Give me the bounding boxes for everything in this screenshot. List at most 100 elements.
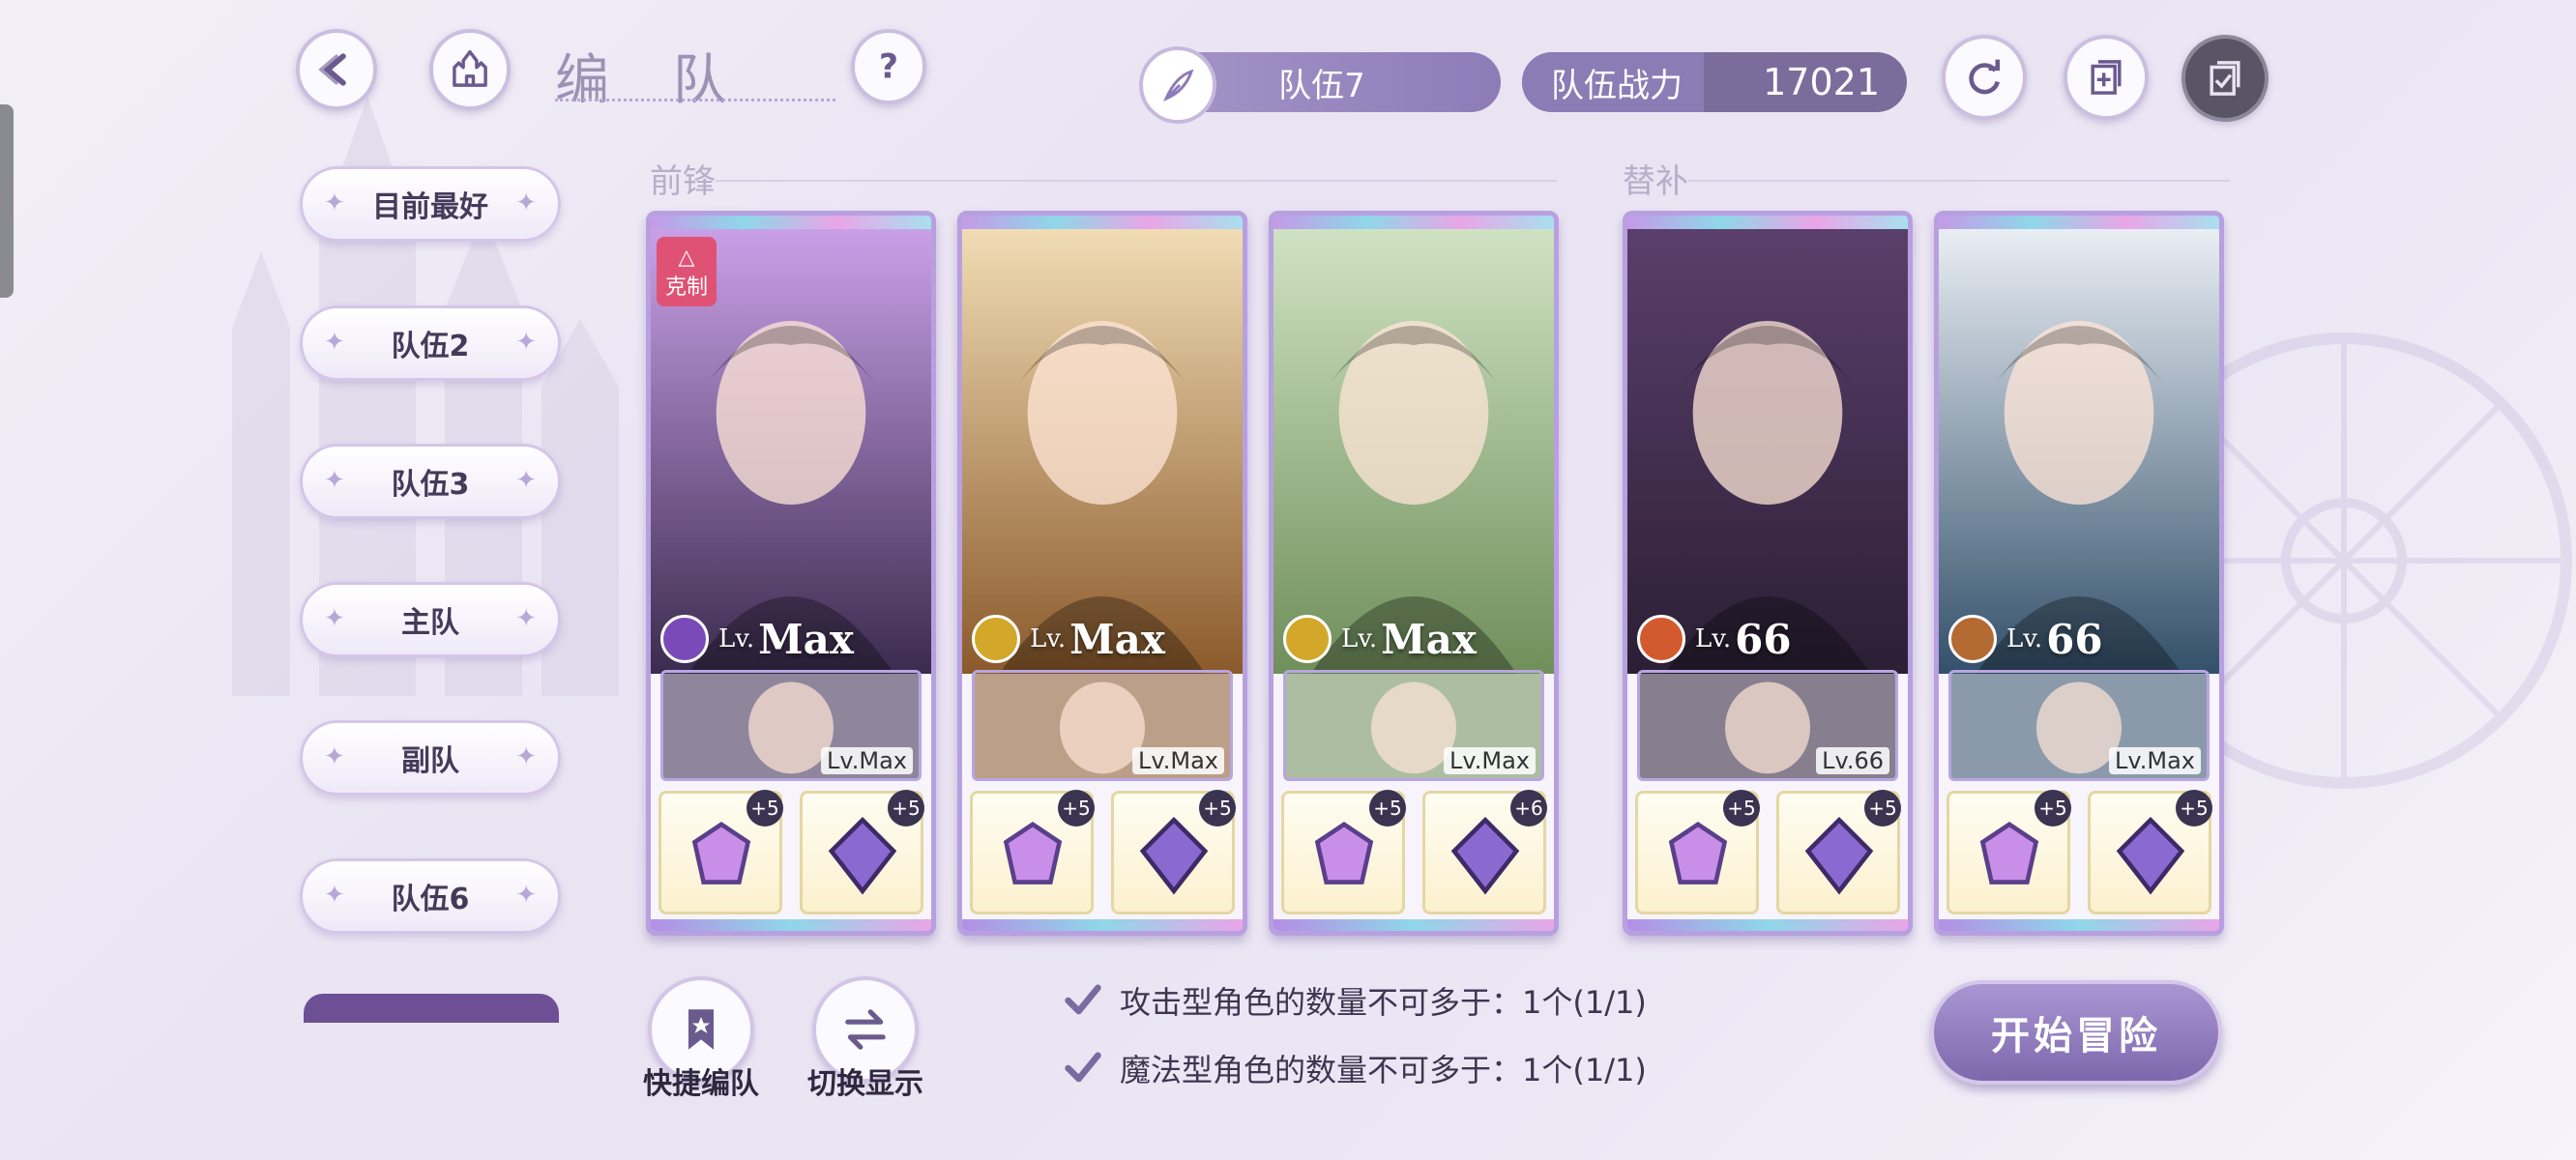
back-button[interactable]: [296, 29, 377, 110]
equipment-slot[interactable]: +5: [2088, 790, 2212, 914]
equipment-icon: [828, 816, 897, 895]
sidebar-item-best[interactable]: 目前最好: [300, 166, 561, 242]
character-card[interactable]: Lv. Max Lv.Max +5 +5 △ 克制: [646, 211, 936, 936]
class-icon: [1283, 615, 1332, 663]
equipment-icon: [1450, 816, 1520, 895]
level-value: 66: [1735, 615, 1792, 663]
enhance-level: +5: [1058, 790, 1095, 826]
class-icon: [972, 615, 1020, 663]
level-display: Lv. Max: [1283, 610, 1477, 668]
equipment-icon: [691, 822, 751, 884]
check-icon: [1065, 984, 1101, 1015]
equipment-icon: [1668, 822, 1728, 884]
level-display: Lv. 66: [1948, 610, 2103, 668]
support-card[interactable]: Lv.Max: [1283, 670, 1544, 781]
sidebar-item-team2[interactable]: 队伍2: [300, 305, 561, 381]
support-level: Lv.Max: [1444, 747, 1536, 774]
support-card[interactable]: Lv.Max: [972, 670, 1233, 781]
equipment-slot[interactable]: +6: [1422, 790, 1547, 914]
equipment-icon: [1139, 816, 1209, 895]
character-portrait: [962, 229, 1243, 674]
class-icon: [1948, 615, 1997, 663]
level-value: Max: [1069, 615, 1165, 663]
support-card[interactable]: Lv.Max: [660, 670, 922, 781]
character-portrait: [1939, 229, 2219, 674]
checklist-button[interactable]: [2181, 35, 2269, 122]
help-button[interactable]: ?: [851, 29, 926, 104]
card-top-border: [651, 216, 931, 229]
svg-text:?: ?: [879, 48, 898, 87]
support-level: Lv.66: [1816, 747, 1889, 774]
rule-magic-text: 魔法型角色的数量不可多于：1个(1/1): [1120, 1052, 1647, 1088]
level-display: Lv. Max: [972, 610, 1165, 668]
back-arrow-icon: [318, 53, 346, 86]
enhance-level: +6: [1510, 790, 1547, 826]
character-card[interactable]: Lv. 66 Lv.66 +5 +5: [1623, 211, 1913, 936]
start-adventure-button[interactable]: 开始冒险: [1930, 980, 2222, 1085]
card-bottom-border: [962, 919, 1243, 931]
enhance-level: +5: [2176, 790, 2212, 826]
card-bottom-border: [651, 919, 931, 931]
equipment-slot[interactable]: +5: [1635, 790, 1760, 914]
card-bottom-border: [1939, 919, 2219, 931]
support-card[interactable]: Lv.Max: [1948, 670, 2210, 781]
equipment-icon: [1979, 822, 2039, 884]
support-level: Lv.Max: [2109, 747, 2201, 774]
castle-icon: [453, 49, 487, 87]
enhance-level: +5: [888, 790, 924, 826]
card-bottom-border: [1273, 919, 1554, 931]
level-prefix: Lv.: [718, 624, 755, 653]
equipment-icon: [1804, 816, 1874, 895]
level-prefix: Lv.: [1695, 624, 1732, 653]
character-card[interactable]: Lv. Max Lv.Max +5 +5: [957, 211, 1247, 936]
refresh-button[interactable]: [1942, 35, 2027, 120]
character-portrait: [1273, 229, 1554, 674]
character-card[interactable]: Lv. 66 Lv.Max +5 +5: [1934, 211, 2224, 936]
sidebar-item-selected-partial[interactable]: [304, 994, 559, 1023]
sidebar-item-main[interactable]: 主队: [300, 582, 561, 657]
enhance-level: +5: [1723, 790, 1760, 826]
equipment-icon: [1314, 822, 1374, 884]
level-value: Max: [758, 615, 854, 663]
add-copy-icon: [2091, 60, 2122, 95]
level-prefix: Lv.: [2006, 624, 2043, 653]
card-bottom-border: [1627, 919, 1908, 931]
card-top-border: [1939, 216, 2219, 229]
sidebar-item-team3[interactable]: 队伍3: [300, 444, 561, 519]
front-section-rule: [716, 180, 1557, 182]
page-title: 编 队: [555, 49, 750, 112]
power-label: 队伍战力: [1522, 52, 1704, 112]
team-selector[interactable]: 队伍7: [1139, 46, 1501, 124]
enhance-level: +5: [2034, 790, 2071, 826]
equipment-slot[interactable]: +5: [970, 790, 1095, 914]
quick-team-label: 快捷编队: [643, 1067, 759, 1101]
equipment-slot[interactable]: +5: [1281, 790, 1406, 914]
add-copy-button[interactable]: [2064, 35, 2149, 120]
class-icon: [660, 615, 709, 663]
restrain-badge-icon: △: [678, 246, 695, 270]
level-prefix: Lv.: [1030, 624, 1067, 653]
enhance-level: +5: [746, 790, 783, 826]
card-top-border: [1627, 216, 1908, 229]
edge-handle: [0, 104, 14, 298]
level-display: Lv. Max: [660, 610, 854, 668]
equipment-slot[interactable]: +5: [1776, 790, 1901, 914]
front-section-label: 前锋: [650, 162, 716, 201]
level-display: Lv. 66: [1637, 610, 1792, 668]
rule-attack-text: 攻击型角色的数量不可多于：1个(1/1): [1120, 984, 1647, 1021]
support-card[interactable]: Lv.66: [1637, 670, 1898, 781]
equipment-icon: [2116, 816, 2185, 895]
sidebar-item-team6[interactable]: 队伍6: [300, 858, 561, 934]
character-card[interactable]: Lv. Max Lv.Max +5 +6: [1269, 211, 1559, 936]
equipment-slot[interactable]: +5: [1111, 790, 1236, 914]
equipment-slot[interactable]: +5: [800, 790, 924, 914]
card-top-border: [1273, 216, 1554, 229]
equipment-slot[interactable]: +5: [1947, 790, 2071, 914]
sidebar-item-sub[interactable]: 副队: [300, 720, 561, 796]
team-name: 队伍7: [1278, 66, 1365, 105]
equipment-slot[interactable]: +5: [659, 790, 783, 914]
home-button[interactable]: [429, 29, 511, 110]
swap-icon: [845, 1009, 886, 1050]
bookmark-icon: [688, 1009, 714, 1050]
power-value: 17021: [1763, 61, 1880, 103]
